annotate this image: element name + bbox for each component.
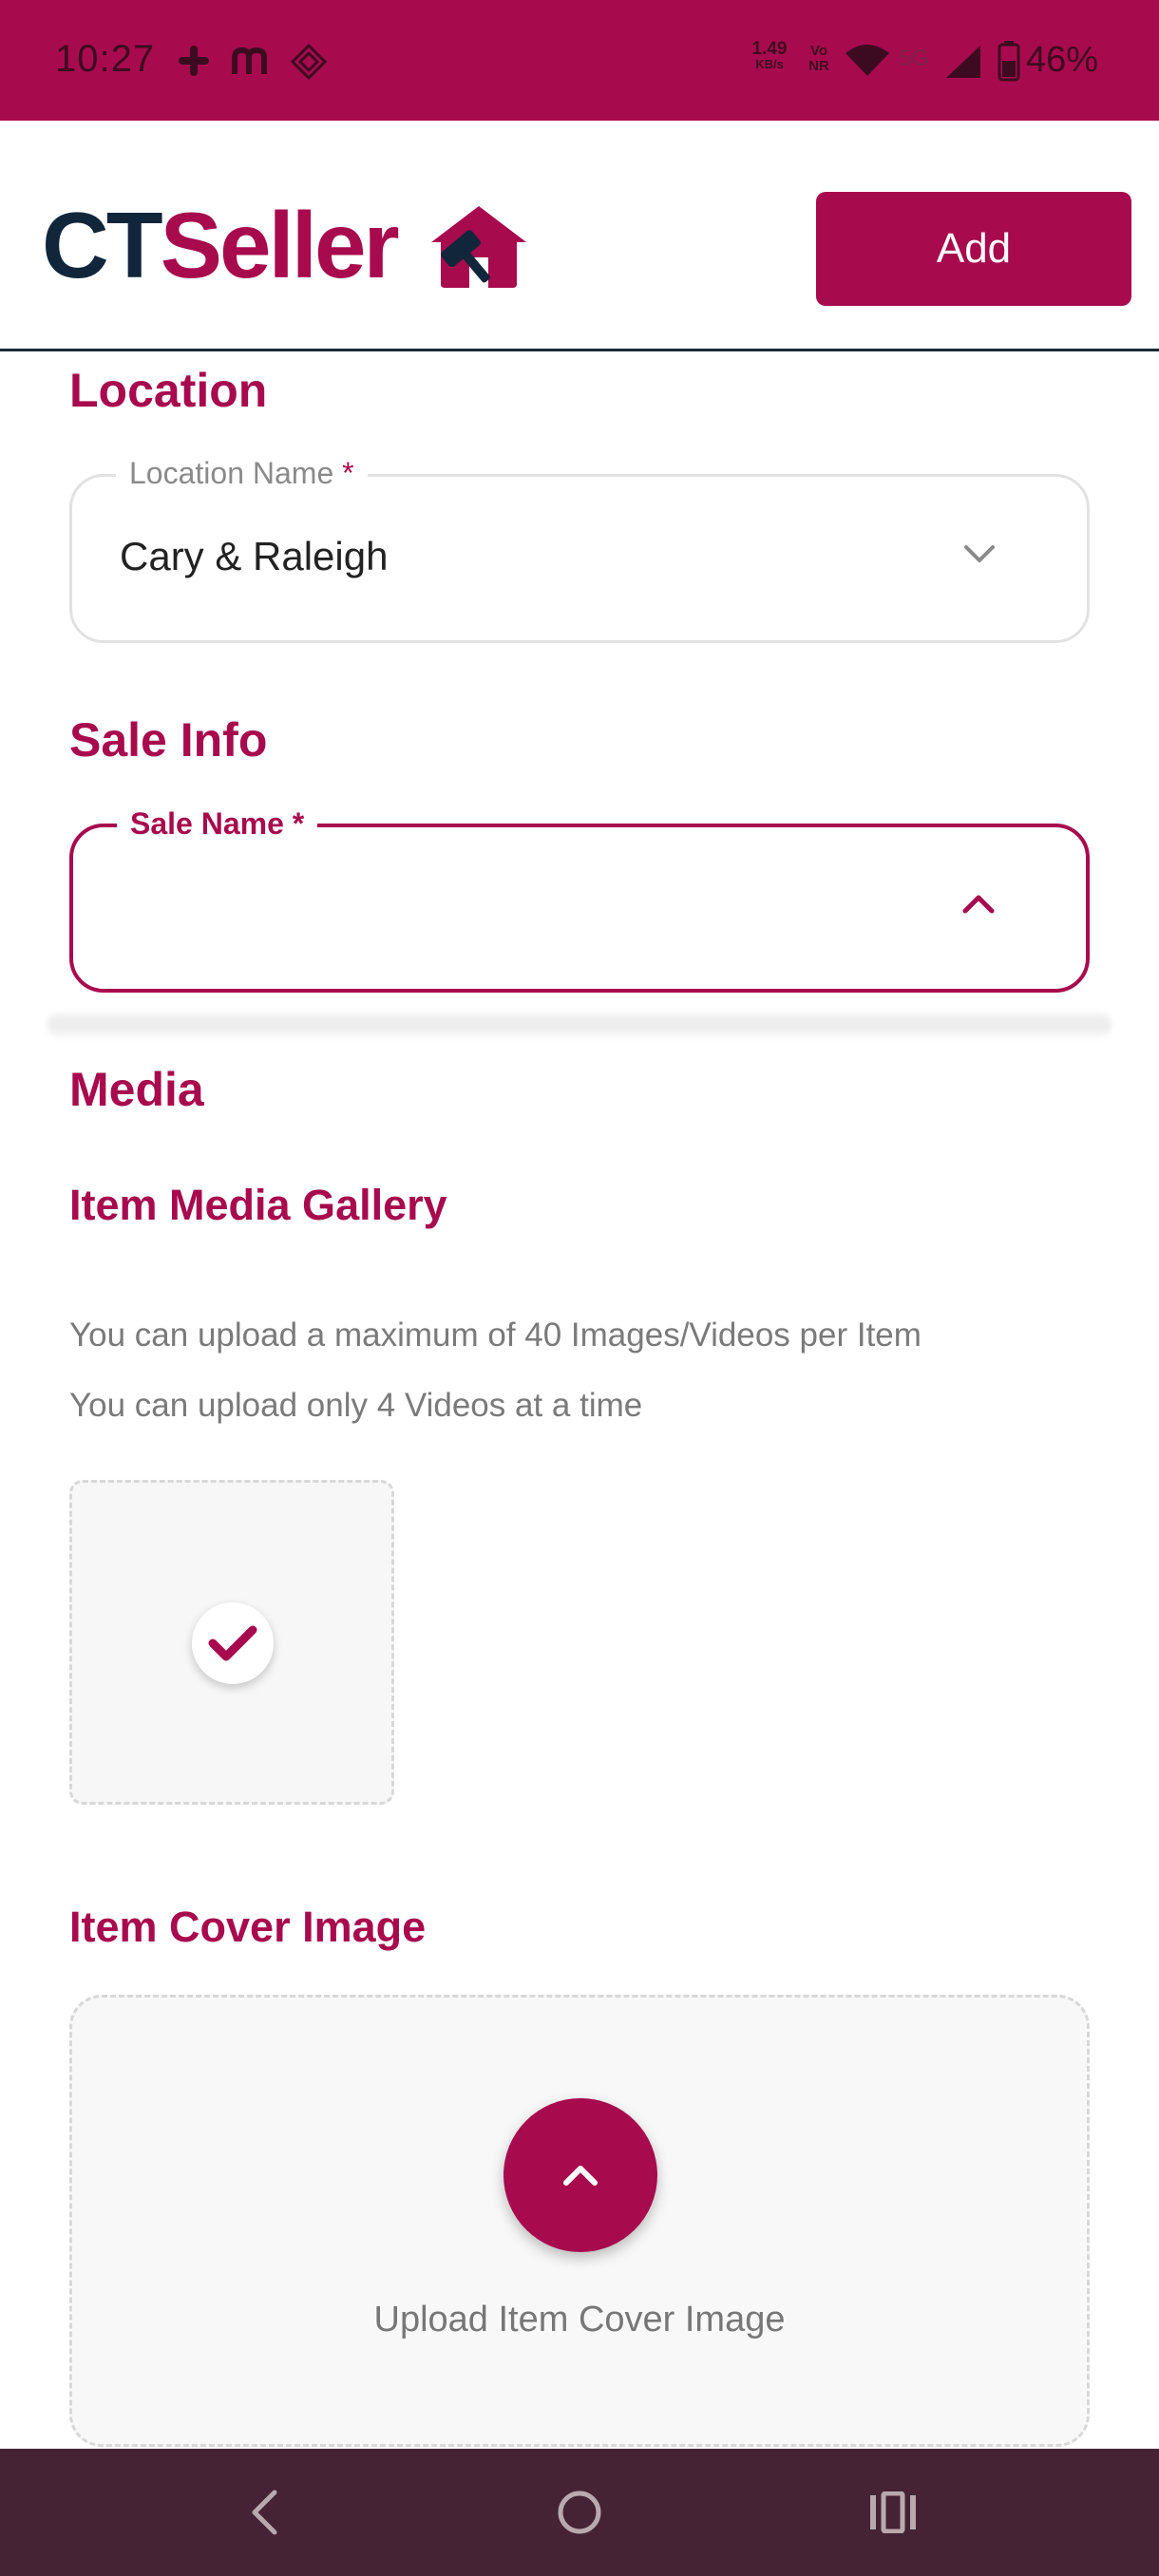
cover-image-upload-area[interactable]: Upload Item Cover Image xyxy=(69,1995,1090,2447)
location-name-label-text: Location Name xyxy=(129,456,334,490)
required-asterisk: * xyxy=(342,456,354,490)
item-media-gallery-title: Item Media Gallery xyxy=(69,1181,447,1229)
logo-ct-text: CT xyxy=(42,193,163,297)
network-speed-unit: KB/s xyxy=(755,57,784,71)
back-icon xyxy=(252,2490,277,2535)
location-name-value: Cary & Raleigh xyxy=(120,534,389,578)
upload-videos-info: You can upload only 4 Videos at a time xyxy=(69,1387,643,1424)
wifi-icon xyxy=(846,45,889,76)
app-header: CTSeller Add xyxy=(0,121,1159,351)
volte-bottom-label: NR xyxy=(808,58,829,74)
sale-name-label-text: Sale Name xyxy=(130,806,284,841)
add-button[interactable]: Add xyxy=(816,192,1131,306)
home-button[interactable] xyxy=(513,2449,646,2576)
required-asterisk: * xyxy=(292,806,305,841)
recents-button[interactable] xyxy=(826,2449,960,2576)
slack-icon xyxy=(179,46,209,76)
check-button[interactable] xyxy=(192,1602,274,1684)
status-bar: 10:27 1.49 KB/s Vo NR 5G 46% xyxy=(0,0,1159,121)
dropdown-shadow xyxy=(48,1013,1112,1037)
signal-icon xyxy=(946,46,980,78)
back-button[interactable] xyxy=(198,2449,331,2576)
item-cover-image-title: Item Cover Image xyxy=(69,1903,427,1951)
upload-cover-button[interactable] xyxy=(504,2098,657,2252)
sale-name-dropdown[interactable]: Sale Name * xyxy=(69,805,1090,993)
recents-icon xyxy=(870,2491,916,2533)
location-name-dropdown[interactable]: Location Name * Cary & Raleigh xyxy=(69,454,1090,643)
check-icon xyxy=(208,1625,257,1661)
location-section-title: Location xyxy=(69,364,268,417)
battery-percentage: 46% xyxy=(1026,40,1099,80)
diamond-app-icon xyxy=(291,44,327,80)
location-name-label: Location Name * xyxy=(116,454,368,492)
m-app-icon xyxy=(232,47,267,74)
media-gallery-tile[interactable] xyxy=(69,1480,394,1805)
5g-icon: 5G xyxy=(899,46,930,71)
upload-max-info: You can upload a maximum of 40 Images/Vi… xyxy=(69,1316,922,1354)
ctseller-logo: CTSeller xyxy=(42,199,400,292)
volte-top-label: Vo xyxy=(809,43,828,59)
sale-name-label: Sale Name * xyxy=(117,805,318,843)
volte-icon: Vo NR xyxy=(800,44,838,74)
system-nav-bar xyxy=(0,2449,1159,2576)
chevron-up-icon xyxy=(563,2166,598,2186)
chevron-down-icon xyxy=(964,545,995,562)
network-speed-value: 1.49 xyxy=(751,39,788,59)
chevron-up-icon xyxy=(962,895,995,914)
upload-cover-label: Upload Item Cover Image xyxy=(373,2300,786,2339)
sale-info-section-title: Sale Info xyxy=(69,713,268,767)
media-section-title: Media xyxy=(69,1063,204,1116)
battery-icon xyxy=(998,41,1020,82)
network-speed-icon: 1.49 KB/s xyxy=(749,39,790,72)
logo-seller-text: Seller xyxy=(160,193,400,297)
status-time: 10:27 xyxy=(55,38,156,80)
house-gavel-icon xyxy=(431,206,526,288)
home-icon xyxy=(558,2491,601,2534)
